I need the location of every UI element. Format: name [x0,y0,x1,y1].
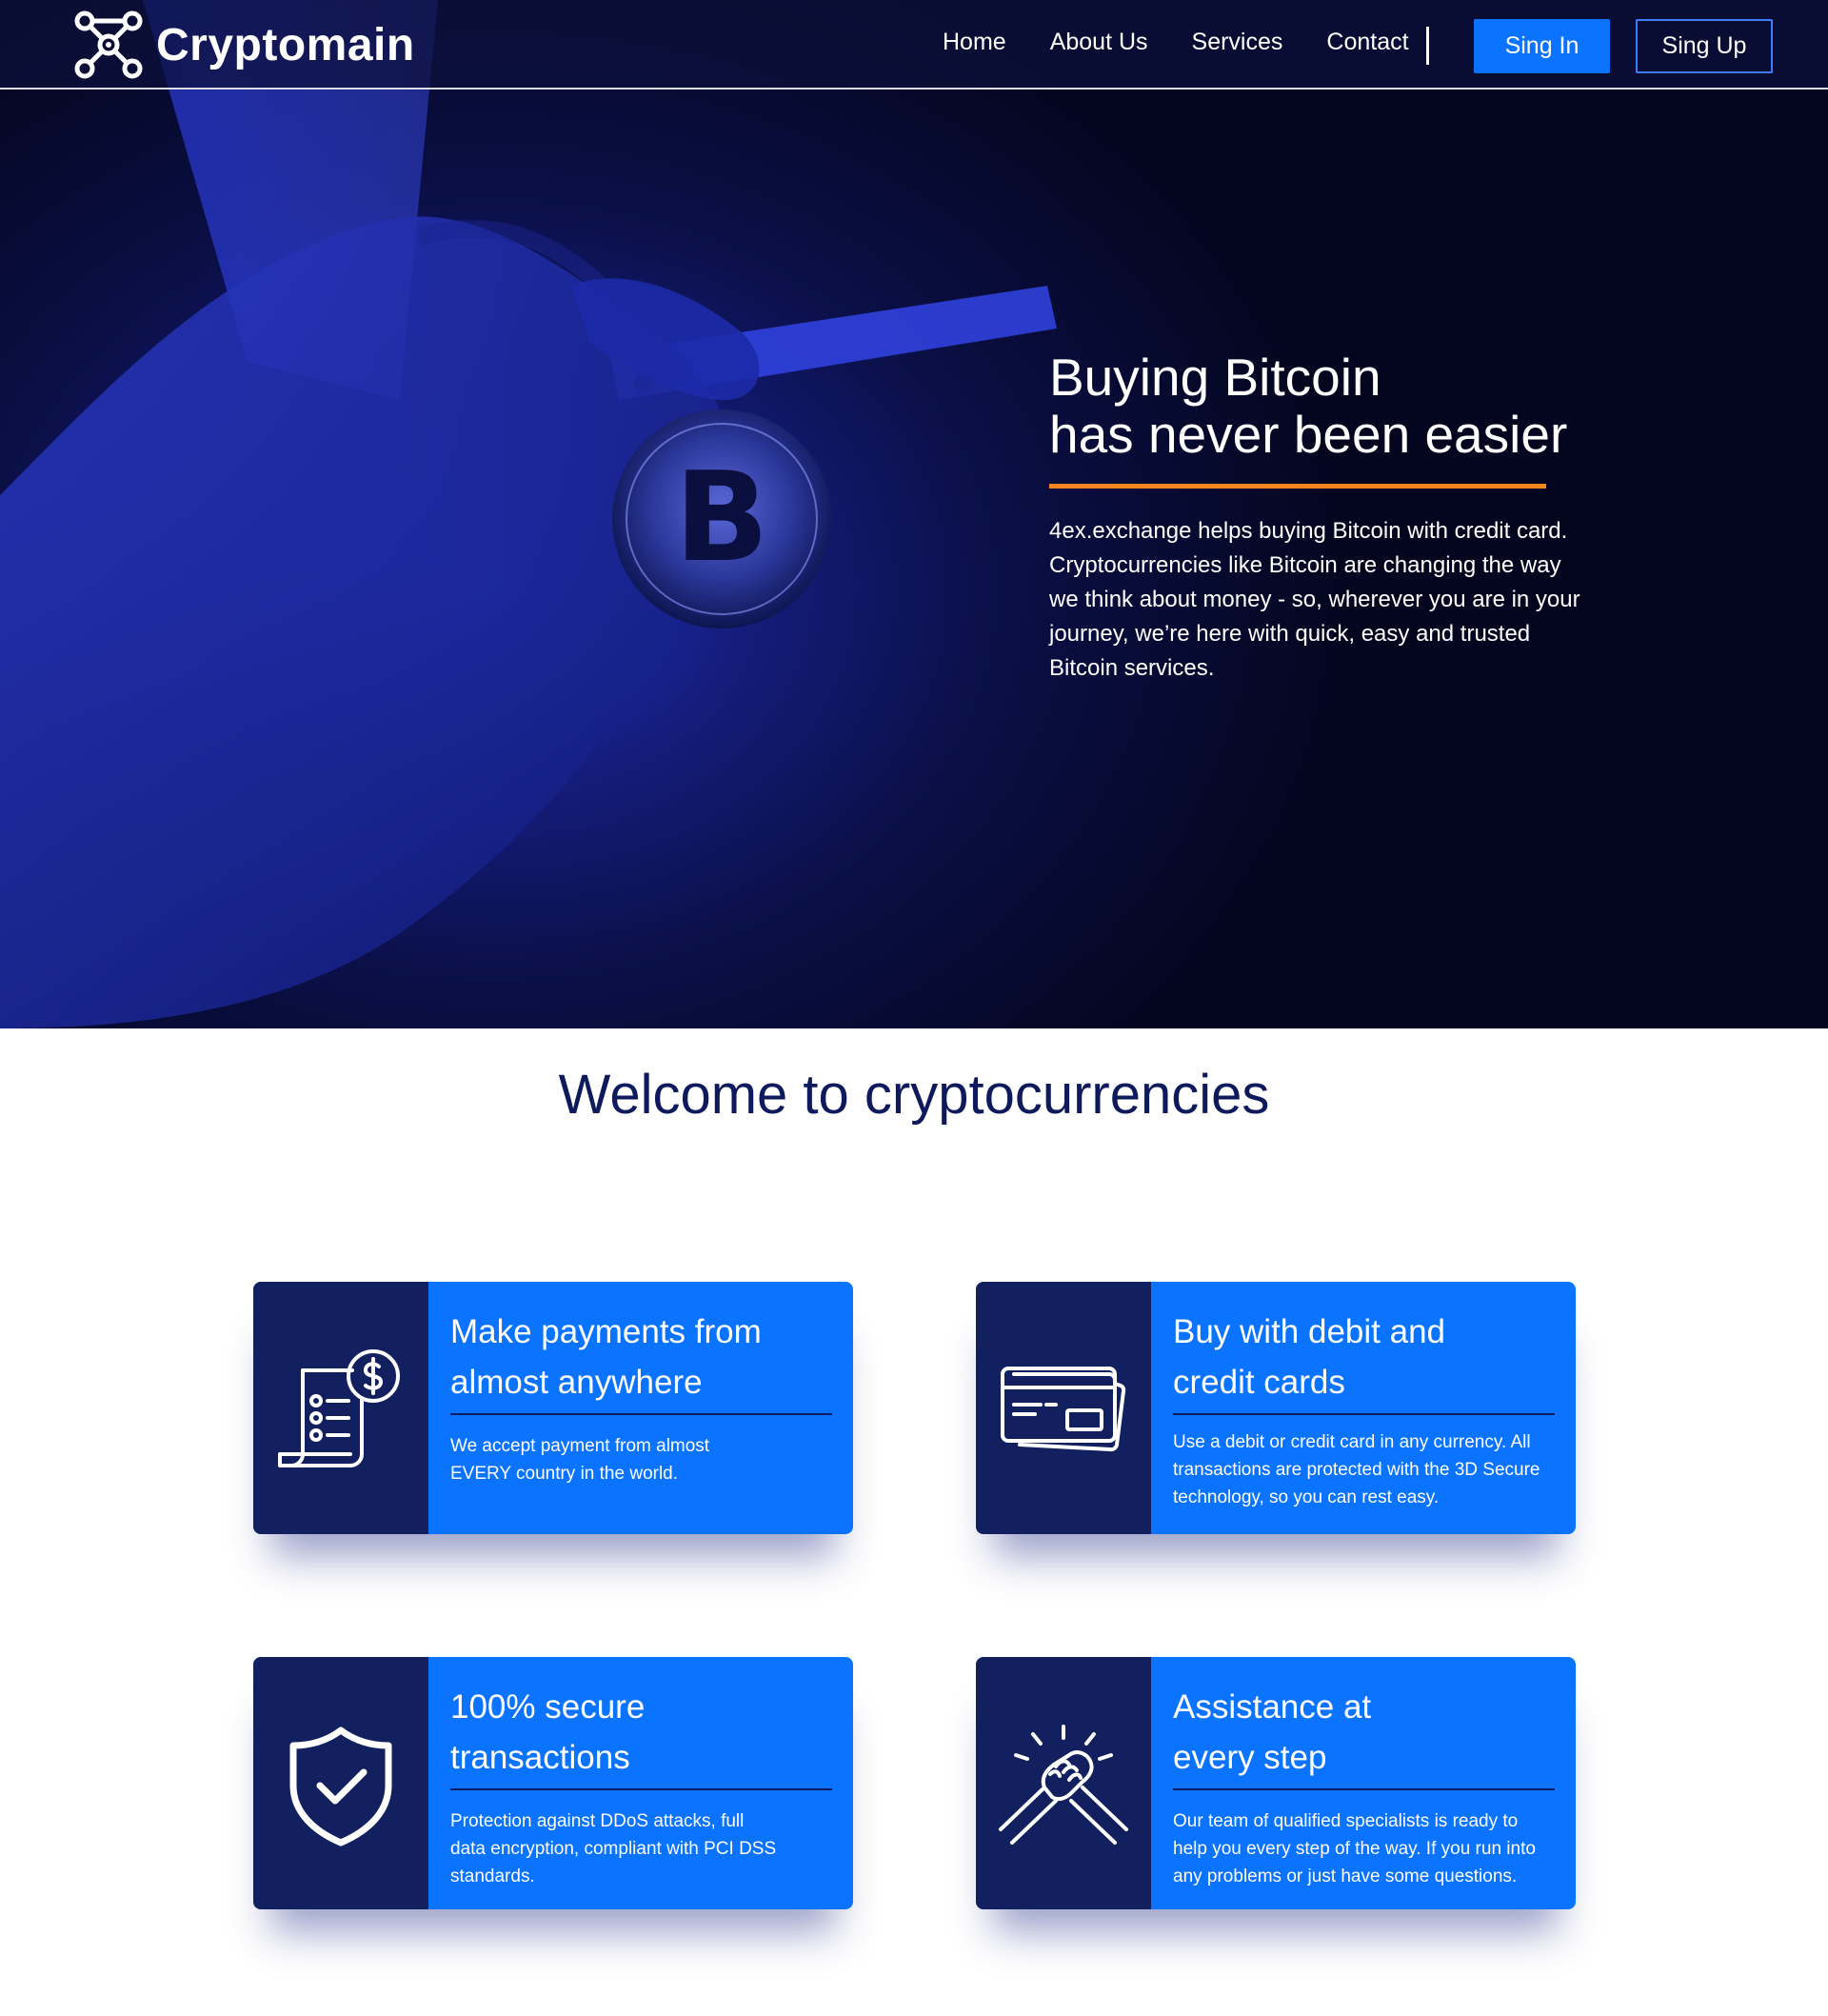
network-nodes-icon [74,10,143,79]
feature-title: 100% secure transactions [450,1682,832,1790]
feature-content: Buy with debit and credit cards Use a de… [1151,1282,1576,1534]
top-navbar: Cryptomain Home About Us Services Contac… [0,0,1828,90]
feature-title: Make payments from almost anywhere [450,1307,832,1415]
feature-card-cards: Buy with debit and credit cards Use a de… [976,1282,1576,1534]
shield-check-icon [289,1727,392,1846]
invoice-dollar-icon [278,1348,400,1467]
nav-services-link[interactable]: Services [1192,29,1283,56]
brand-name: Cryptomain [156,19,415,70]
feature-title: Buy with debit and credit cards [1173,1307,1555,1415]
feature-description: Use a debit or credit card in any curren… [1173,1432,1540,1507]
feature-title-line2: transactions [450,1739,630,1776]
feature-content: Assistance at every step Our team of qua… [1151,1657,1576,1909]
hero-title-line2: has never been easier [1049,405,1568,464]
nav-home-link[interactable]: Home [943,29,1006,56]
credit-card-icon [1001,1366,1126,1451]
main-nav: Home About Us Services Contact [943,29,1453,56]
svg-text:B: B [674,445,768,589]
feature-content: Make payments from almost anywhere We ac… [428,1282,853,1534]
feature-icon-panel [976,1282,1151,1534]
feature-icon-panel [976,1657,1151,1909]
welcome-heading: Welcome to cryptocurrencies [558,1064,1270,1126]
feature-title-line1: Buy with debit and [1173,1313,1446,1350]
feature-description: Protection against DDoS attacks, full da… [450,1811,777,1886]
feature-card-security: 100% secure transactions Protection agai… [253,1657,853,1909]
feature-card-payments: Make payments from almost anywhere We ac… [253,1282,853,1534]
sign-up-button[interactable]: Sing Up [1636,19,1773,73]
brand-logo[interactable]: Cryptomain [72,10,415,80]
nav-divider [1426,27,1429,65]
feature-title-line1: Assistance at [1173,1688,1372,1726]
sign-in-button[interactable]: Sing In [1474,19,1610,73]
handshake-icon [999,1724,1128,1845]
feature-icon-panel [253,1657,428,1909]
feature-title-line2: credit cards [1173,1364,1345,1401]
feature-title: Assistance at every step [1173,1682,1555,1790]
hero-title-underline [1049,484,1546,489]
feature-title-line2: almost anywhere [450,1364,703,1401]
nav-about-link[interactable]: About Us [1050,29,1148,56]
hero-description: 4ex.exchange helps buying Bitcoin with c… [1049,518,1580,681]
feature-icon-panel [253,1282,428,1534]
feature-title-line1: Make payments from [450,1313,762,1350]
feature-title-line2: every step [1173,1739,1327,1776]
hero-title: Buying Bitcoin has never been easier [1049,349,1639,463]
hero-title-line1: Buying Bitcoin [1049,348,1381,407]
nav-contact-link[interactable]: Contact [1326,29,1408,56]
feature-description: We accept payment from almost EVERY coun… [450,1436,710,1484]
feature-card-assistance: Assistance at every step Our team of qua… [976,1657,1576,1909]
feature-title-line1: 100% secure [450,1688,646,1726]
feature-content: 100% secure transactions Protection agai… [428,1657,853,1909]
feature-description: Our team of qualified specialists is rea… [1173,1811,1536,1886]
